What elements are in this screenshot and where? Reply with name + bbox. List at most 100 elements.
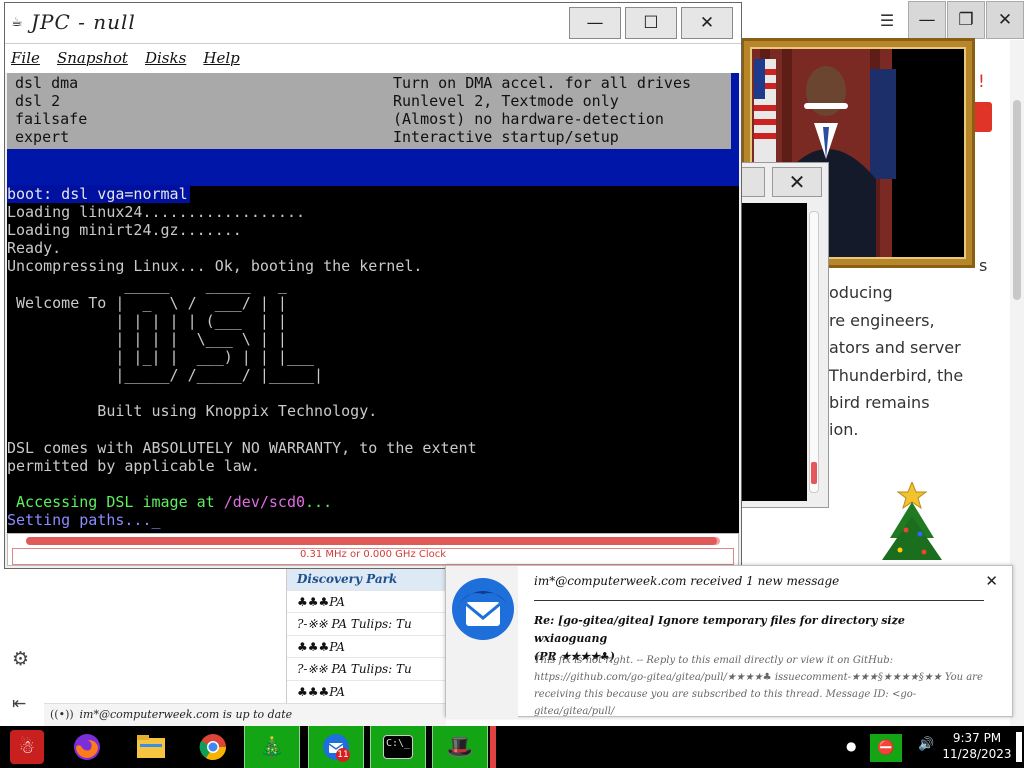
- christmas-tree-image: [882, 482, 942, 560]
- browser-window-controls: ☰ — ❐ ✕: [875, 0, 1024, 40]
- article-line: ion.: [829, 420, 859, 440]
- notification-divider: [534, 600, 984, 601]
- taskbar-explorer[interactable]: [128, 726, 174, 768]
- taskbar-chrome[interactable]: [190, 726, 236, 768]
- jpc-minimize-button[interactable]: —: [569, 7, 621, 39]
- activity-icon: ((•)): [50, 708, 74, 721]
- boot-option: dsl 2: [15, 92, 61, 110]
- thunderbird-notification[interactable]: im*@computerweek.com received 1 new mess…: [445, 565, 1013, 718]
- menu-file[interactable]: File: [11, 44, 40, 72]
- clock-panel: 0.31 MHz or 0.000 GHz Clock: [7, 533, 739, 566]
- start-button[interactable]: ☃: [0, 726, 54, 768]
- dsl-logo-line: | |_| | ___) | | |___: [7, 348, 315, 366]
- terminal-line: Ready.: [7, 239, 62, 257]
- taskbar-clock[interactable]: 9:37 PM 11/28/2023: [937, 730, 1017, 762]
- notification-sender: im*@computerweek.com received 1 new mess…: [534, 574, 840, 588]
- taskbar-terminal[interactable]: C:\_: [370, 726, 426, 768]
- boot-option: failsafe: [15, 110, 88, 128]
- dialog-terminal-area: [741, 203, 807, 501]
- menu-snapshot[interactable]: Snapshot: [57, 44, 128, 72]
- setting-paths-line: Setting paths..._: [7, 511, 161, 529]
- list-item[interactable]: ?-※※ PA Tulips: Tu: [287, 658, 446, 681]
- boot-option: expert: [15, 128, 70, 146]
- article-line: ators and server: [829, 338, 961, 358]
- boot-menu-sidebar: [731, 73, 739, 149]
- terminal-icon: C:\_: [383, 735, 413, 759]
- terminal-line: Uncompressing Linux... Ok, booting the k…: [7, 257, 423, 275]
- taskbar-hat-app[interactable]: 🎩: [432, 726, 488, 768]
- blue-band: [7, 149, 739, 186]
- boot-prompt-line: boot: dsl vga=normal: [7, 185, 190, 203]
- terminal-line: Loading linux24..................: [7, 203, 306, 221]
- terminal-line: permitted by applicable law.: [7, 457, 260, 475]
- dialog-scrollbar[interactable]: [809, 211, 819, 493]
- progress-bar: [26, 537, 720, 545]
- status-text: im*@computerweek.com is up to date: [79, 708, 293, 721]
- browser-restore-button[interactable]: ❐: [947, 1, 985, 39]
- network-warning-icon[interactable]: ⛔: [870, 734, 902, 762]
- boot-option-desc: Interactive startup/setup: [393, 128, 619, 146]
- browser-close-button[interactable]: ✕: [986, 1, 1024, 39]
- dialog-scroll-thumb[interactable]: [811, 462, 817, 484]
- boot-option-desc: Turn on DMA accel. for all drives: [393, 74, 692, 92]
- taskbar-divider: [490, 726, 496, 768]
- red-button[interactable]: [972, 102, 992, 132]
- menu-disks[interactable]: Disks: [145, 44, 186, 72]
- mail-status-bar: ((•)) im*@computerweek.com is up to date: [44, 703, 446, 726]
- emulator-screen[interactable]: dsl dma Turn on DMA accel. for all drive…: [7, 73, 739, 533]
- list-item[interactable]: ♣♣♣PA: [287, 591, 446, 614]
- hamburger-menu-icon[interactable]: ☰: [875, 0, 899, 40]
- progress-fill: [26, 537, 717, 545]
- jpc-title-bar[interactable]: ☕ JPC - null — ☐ ✕: [5, 3, 741, 43]
- jpc-close-button[interactable]: ✕: [681, 7, 733, 39]
- firefox-icon: [70, 730, 104, 764]
- tray-dot-icon[interactable]: ●: [846, 739, 856, 753]
- browser-minimize-button[interactable]: —: [908, 1, 946, 39]
- article-line: re engineers,: [829, 310, 935, 330]
- settings-gear-icon[interactable]: ⚙: [12, 648, 29, 670]
- clock-date: 11/28/2023: [942, 747, 1012, 761]
- boot-option: dsl dma: [15, 74, 79, 92]
- terminal-line: DSL comes with ABSOLUTELY NO WARRANTY, t…: [7, 439, 477, 457]
- list-item[interactable]: ?-※※ PA Tulips: Tu: [287, 613, 446, 636]
- menu-help[interactable]: Help: [203, 44, 239, 72]
- mail-message-list: Discovery Park ♣♣♣PA ?-※※ PA Tulips: Tu …: [286, 568, 446, 708]
- article-line: Thunderbird, the: [829, 365, 964, 385]
- hat-icon: 🎩: [446, 734, 474, 760]
- article-text: s oducing re engineers, ators and server…: [829, 252, 1024, 444]
- accessing-path: /dev/scd0: [223, 493, 306, 511]
- taskbar-thunderbird[interactable]: [308, 726, 364, 768]
- taskbar-tree-app[interactable]: 🎄: [244, 726, 300, 768]
- notification-icon-area: [446, 566, 518, 718]
- list-item[interactable]: ♣♣♣PA: [287, 636, 446, 659]
- thunderbird-icon: [452, 578, 514, 640]
- alert-exclamation: !: [978, 72, 985, 92]
- clock-time: 9:37 PM: [952, 731, 1002, 745]
- dsl-logo-line: Welcome To | _ \ / ___/ | |: [7, 294, 287, 312]
- volume-icon[interactable]: 🔊: [918, 737, 934, 752]
- jpc-app-icon: ☕: [11, 15, 23, 30]
- dialog-restore-button[interactable]: [741, 167, 765, 197]
- explorer-icon: [134, 730, 168, 764]
- jpc-maximize-button[interactable]: ☐: [625, 7, 677, 39]
- list-item[interactable]: Discovery Park: [287, 568, 446, 591]
- notification-close-button[interactable]: ✕: [985, 572, 998, 590]
- jpc-emulator-window: ☕ JPC - null — ☐ ✕ File Snapshot Disks H…: [4, 2, 742, 569]
- accessing-line: Accessing DSL image at /dev/scd0...: [7, 493, 332, 511]
- accessing-text: Accessing DSL image at: [7, 493, 224, 511]
- boot-menu-panel: dsl dma Turn on DMA accel. for all drive…: [7, 73, 739, 149]
- show-desktop-button[interactable]: [1016, 732, 1022, 762]
- dsl-logo-line: |_____/ /_____/ |_____|: [7, 366, 324, 384]
- dsl-logo-line: | | | | | (___ | |: [7, 312, 287, 330]
- dialog-close-button[interactable]: ✕: [772, 167, 822, 197]
- taskbar-firefox[interactable]: [64, 726, 110, 768]
- subject-line: Re: [go-gitea/gitea] Ignore temporary fi…: [534, 614, 905, 645]
- scrollbar-thumb[interactable]: [1013, 100, 1021, 300]
- notification-body: This fix is not right. -- Reply to this …: [534, 655, 983, 717]
- collapse-sidebar-icon[interactable]: ⇤: [12, 694, 26, 714]
- boot-option-desc: (Almost) no hardware-detection: [393, 110, 664, 128]
- santa-icon: ☃: [10, 730, 44, 764]
- list-item[interactable]: ♣♣♣PA: [287, 681, 446, 704]
- chrome-icon: [196, 730, 230, 764]
- boot-option-desc: Runlevel 2, Textmode only: [393, 92, 619, 110]
